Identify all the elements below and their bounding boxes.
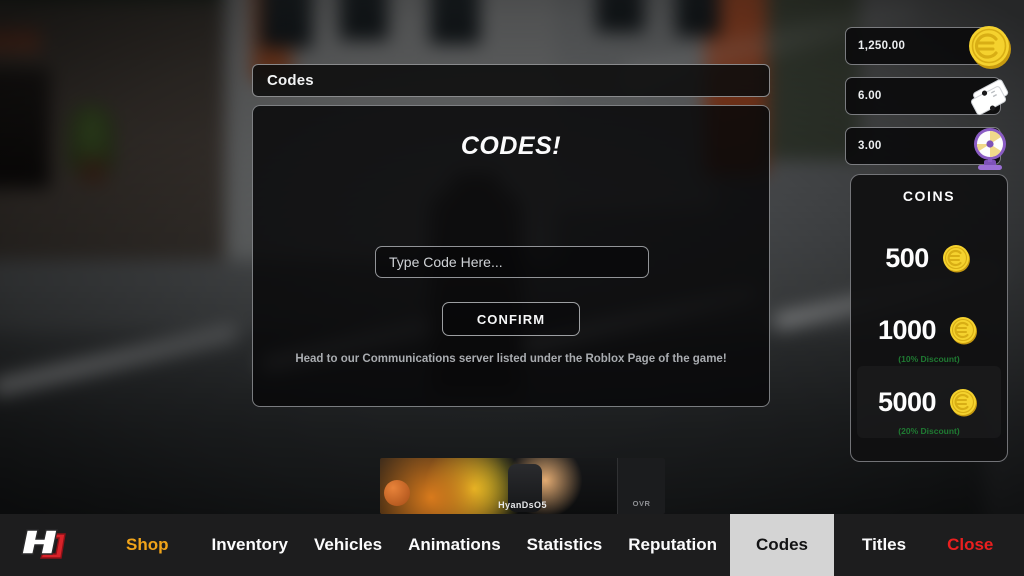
gold-coin-icon [963, 20, 1017, 74]
coin-discount-label: (20% Discount) [898, 426, 960, 436]
nav-item-statistics[interactable]: Statistics [514, 514, 616, 576]
coin-amount: 500 [885, 242, 929, 273]
dialog-header-title: Codes [267, 72, 314, 89]
nav-item-titles[interactable]: Titles [834, 514, 934, 576]
nav-item-inventory[interactable]: Inventory [199, 514, 302, 576]
nav-item-animations[interactable]: Animations [395, 514, 514, 576]
hl-logo-icon[interactable] [0, 514, 96, 576]
currency-row-tickets: 6.00 [845, 77, 1015, 116]
nav-item-close[interactable]: Close [934, 514, 1024, 576]
dialog-body: CODES! CONFIRM Head to our Communication… [252, 105, 770, 407]
nav-item-codes[interactable]: Codes [730, 514, 834, 576]
dialog-title: CODES! [460, 132, 562, 160]
nav-item-shop[interactable]: Shop [96, 514, 199, 576]
coin-purchase-option[interactable]: 1000 (10% Discount) [857, 294, 1001, 366]
currency-stack: 1,250.00 6.00 3.00 [845, 26, 1015, 177]
spin-wheel-icon [963, 120, 1017, 174]
nav-item-reputation[interactable]: Reputation [615, 514, 730, 576]
coin-purchase-option[interactable]: 5000 (20% Discount) [857, 366, 1001, 438]
currency-row-coins: 1,250.00 [845, 26, 1015, 69]
gold-coin-icon [939, 241, 973, 275]
spins-value: 3.00 [858, 140, 882, 152]
confirm-button[interactable]: CONFIRM [442, 302, 580, 336]
coin-amount: 1000 [877, 314, 937, 345]
coin-purchase-option[interactable]: 500 [857, 222, 1001, 294]
dialog-header: Codes [252, 64, 770, 97]
coins-value: 1,250.00 [858, 40, 906, 52]
dialog-footnote: Head to our Communications server listed… [295, 353, 727, 365]
coin-discount-label: (10% Discount) [898, 354, 960, 364]
code-input[interactable] [375, 246, 649, 278]
codes-dialog: Codes CODES! CONFIRM Head to our Communi… [252, 64, 770, 407]
gold-coin-icon [946, 313, 980, 347]
currency-row-spins: 3.00 [845, 127, 1015, 170]
nav-item-vehicles[interactable]: Vehicles [301, 514, 395, 576]
banner-side-label: OVR [632, 499, 651, 508]
coin-amount: 5000 [877, 386, 937, 417]
nav-items: Shop Inventory Vehicles Animations Stati… [96, 514, 1024, 576]
coins-shop-panel: COINS 500 1000 (10% Discount) 5000 (20% … [850, 174, 1008, 462]
match-banner: HyanDsO5 OVR [380, 458, 665, 514]
ticket-icon [963, 70, 1017, 124]
gold-coin-icon [946, 385, 980, 419]
coins-panel-title: COINS [902, 188, 956, 204]
tickets-value: 6.00 [858, 90, 882, 102]
banner-side-panel: OVR [617, 458, 665, 514]
bottom-navigation-bar: Shop Inventory Vehicles Animations Stati… [0, 514, 1024, 576]
